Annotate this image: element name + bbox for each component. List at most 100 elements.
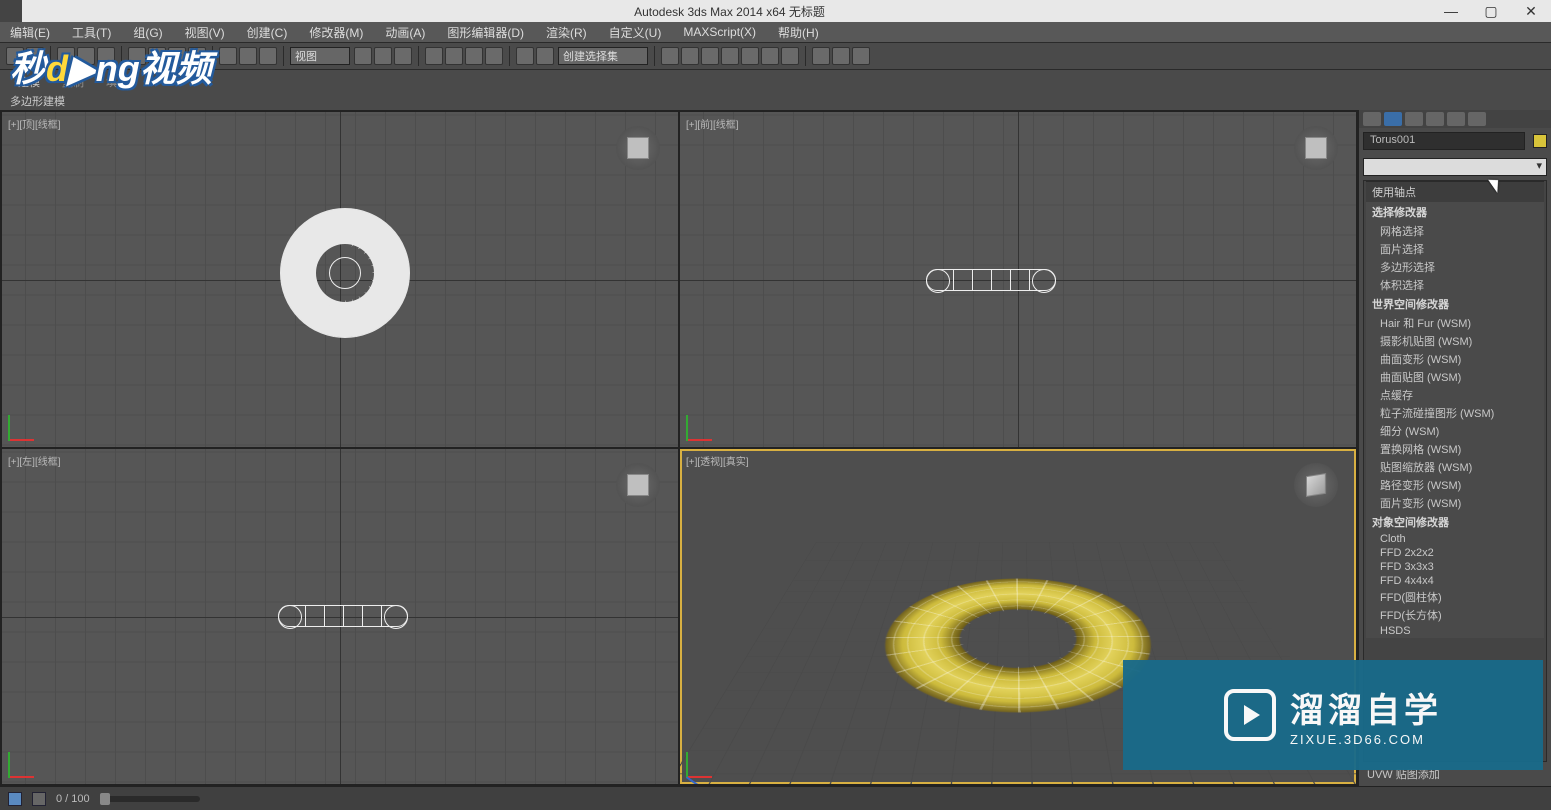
viewport-top-label[interactable]: [+][顶][线框] <box>8 116 61 131</box>
schematic-view-icon[interactable] <box>761 47 779 65</box>
scale-icon[interactable] <box>259 47 277 65</box>
modifier-item[interactable]: 多边形选择 <box>1366 258 1544 276</box>
keyboard-shortcut-icon[interactable] <box>394 47 412 65</box>
menu-tools[interactable]: 工具(T) <box>72 24 111 41</box>
angle-snap-icon[interactable] <box>445 47 463 65</box>
named-selection-prev-icon[interactable] <box>516 47 534 65</box>
statusbar: 0 / 100 <box>0 786 1551 810</box>
modifier-item[interactable]: 点缓存 <box>1366 386 1544 404</box>
ribbon-subbar: 多边形建模 <box>0 92 1551 110</box>
viewport-front-label[interactable]: [+][前][线框] <box>686 116 739 131</box>
viewport-top[interactable]: [+][顶][线框] <box>2 112 678 447</box>
modifier-item[interactable]: Cloth <box>1366 532 1544 546</box>
menu-help[interactable]: 帮助(H) <box>778 24 819 41</box>
rotate-icon[interactable] <box>239 47 257 65</box>
viewcube-top[interactable] <box>616 126 660 170</box>
window-title: Autodesk 3ds Max 2014 x64 无标题 <box>28 3 1431 20</box>
menu-graph-editor[interactable]: 图形编辑器(D) <box>447 24 524 41</box>
mirror-icon[interactable] <box>661 47 679 65</box>
time-slider-play-icon[interactable] <box>32 792 46 806</box>
ribbon-sub-label[interactable]: 多边形建模 <box>10 93 65 109</box>
modifier-item[interactable]: HSDS <box>1366 624 1544 638</box>
time-slider[interactable] <box>100 796 200 802</box>
spinner-snap-icon[interactable] <box>485 47 503 65</box>
snap-toggle-icon[interactable] <box>425 47 443 65</box>
watermark-overlay: 溜溜自学 ZIXUE.3D66.COM <box>1123 660 1543 770</box>
menu-render[interactable]: 渲染(R) <box>546 24 587 41</box>
modifier-item[interactable]: 路径变形 (WSM) <box>1366 476 1544 494</box>
torus-object-front[interactable] <box>926 269 1056 291</box>
menu-view[interactable]: 视图(V) <box>185 24 225 41</box>
rendered-frame-icon[interactable] <box>832 47 850 65</box>
modifier-section-header: 使用轴点 <box>1366 181 1544 202</box>
modifier-category-worldspace: 世界空间修改器 <box>1366 294 1544 314</box>
modifier-item[interactable]: FFD 3x3x3 <box>1366 560 1544 574</box>
modifier-category-selection: 选择修改器 <box>1366 202 1544 222</box>
object-name-field[interactable]: Torus001 <box>1363 132 1525 150</box>
viewport-layout-icon[interactable] <box>8 792 22 806</box>
modifier-item[interactable]: 面片变形 (WSM) <box>1366 494 1544 512</box>
panel-tab-display-icon[interactable] <box>1447 112 1465 126</box>
app-icon[interactable] <box>0 0 22 22</box>
minimize-button[interactable]: — <box>1431 0 1471 22</box>
render-production-icon[interactable] <box>852 47 870 65</box>
modifier-item[interactable]: 网格选择 <box>1366 222 1544 240</box>
torus-object-top[interactable] <box>280 208 410 338</box>
modifier-item[interactable]: 面片选择 <box>1366 240 1544 258</box>
modifier-item[interactable]: FFD(长方体) <box>1366 606 1544 624</box>
torus-object-left[interactable] <box>278 605 408 627</box>
panel-tab-motion-icon[interactable] <box>1426 112 1444 126</box>
graphite-icon[interactable] <box>721 47 739 65</box>
axis-gizmo-top <box>8 405 44 441</box>
align-icon[interactable] <box>681 47 699 65</box>
modifier-item[interactable]: 体积选择 <box>1366 276 1544 294</box>
watermark-title: 溜溜自学 <box>1290 683 1442 732</box>
menu-modifier[interactable]: 修改器(M) <box>309 24 363 41</box>
panel-tab-hierarchy-icon[interactable] <box>1405 112 1423 126</box>
use-pivot-center-icon[interactable] <box>354 47 372 65</box>
viewport-left[interactable]: [+][左][线框] <box>2 449 678 784</box>
viewport-persp-label[interactable]: [+][透视][真实] <box>686 453 749 468</box>
modifier-item[interactable]: 粒子流碰撞图形 (WSM) <box>1366 404 1544 422</box>
close-button[interactable]: ✕ <box>1511 0 1551 22</box>
select-manipulate-icon[interactable] <box>374 47 392 65</box>
modifier-item[interactable]: 贴图缩放器 (WSM) <box>1366 458 1544 476</box>
modifier-item[interactable]: 曲面变形 (WSM) <box>1366 350 1544 368</box>
panel-tab-modify-icon[interactable] <box>1384 112 1402 126</box>
maximize-button[interactable]: ▢ <box>1471 0 1511 22</box>
curve-editor-icon[interactable] <box>741 47 759 65</box>
modifier-item[interactable]: 曲面贴图 (WSM) <box>1366 368 1544 386</box>
menu-customize[interactable]: 自定义(U) <box>609 24 662 41</box>
watermark-url: ZIXUE.3D66.COM <box>1290 732 1442 747</box>
modifier-item[interactable]: Hair 和 Fur (WSM) <box>1366 314 1544 332</box>
modifier-item[interactable]: 细分 (WSM) <box>1366 422 1544 440</box>
viewport-left-label[interactable]: [+][左][线框] <box>8 453 61 468</box>
layer-manager-icon[interactable] <box>701 47 719 65</box>
menu-create[interactable]: 创建(C) <box>247 24 288 41</box>
named-selection-set-dropdown[interactable] <box>558 47 648 65</box>
named-selection-next-icon[interactable] <box>536 47 554 65</box>
material-editor-icon[interactable] <box>781 47 799 65</box>
viewcube-perspective[interactable] <box>1294 463 1338 507</box>
modifier-item[interactable]: FFD 4x4x4 <box>1366 574 1544 588</box>
object-color-swatch[interactable] <box>1533 134 1547 148</box>
menubar: 编辑(E) 工具(T) 组(G) 视图(V) 创建(C) 修改器(M) 动画(A… <box>0 22 1551 42</box>
menu-group[interactable]: 组(G) <box>133 24 162 41</box>
modifier-item[interactable]: FFD 2x2x2 <box>1366 546 1544 560</box>
modifier-item[interactable]: 摄影机贴图 (WSM) <box>1366 332 1544 350</box>
viewcube-left[interactable] <box>616 463 660 507</box>
percent-snap-icon[interactable] <box>465 47 483 65</box>
viewcube-front[interactable] <box>1294 126 1338 170</box>
render-setup-icon[interactable] <box>812 47 830 65</box>
panel-tab-utilities-icon[interactable] <box>1468 112 1486 126</box>
coord-system-dropdown[interactable] <box>290 47 350 65</box>
move-icon[interactable] <box>219 47 237 65</box>
modifier-item[interactable]: FFD(圆柱体) <box>1366 588 1544 606</box>
menu-animation[interactable]: 动画(A) <box>385 24 425 41</box>
modifier-list-dropdown[interactable] <box>1363 158 1547 176</box>
menu-maxscript[interactable]: MAXScript(X) <box>683 25 756 39</box>
panel-tab-create-icon[interactable] <box>1363 112 1381 126</box>
viewport-front[interactable]: [+][前][线框] <box>680 112 1356 447</box>
menu-edit[interactable]: 编辑(E) <box>10 24 50 41</box>
modifier-item[interactable]: 置换网格 (WSM) <box>1366 440 1544 458</box>
